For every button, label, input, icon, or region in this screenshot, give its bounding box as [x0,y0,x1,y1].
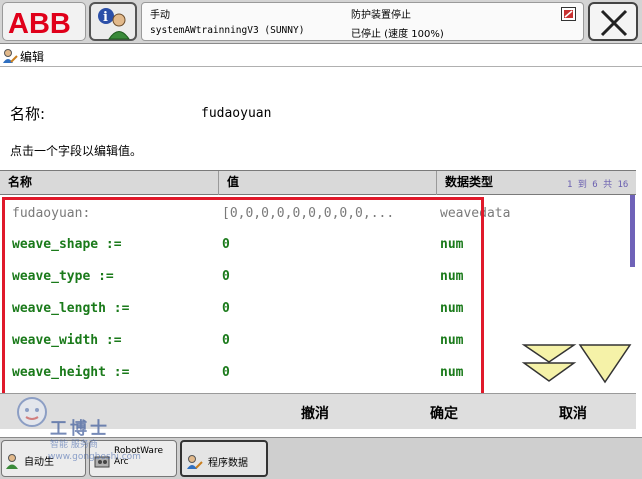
watermark-mascot-icon [17,397,47,427]
svg-text:i: i [103,10,108,25]
user-info-icon: i [98,8,130,40]
editor-title: 编辑 [20,50,45,64]
edit-hint: 点击一个字段以编辑值。 [10,144,143,158]
abb-menu-button[interactable]: ABB [2,2,86,41]
abb-logo-icon: ABB [8,8,71,36]
name-value: fudaoyuan [201,106,272,121]
column-header-name: 名称 [0,171,219,195]
name-label: 名称: [10,105,46,123]
highlight-box [2,197,484,401]
watermark-brand: 工博士 [50,419,110,439]
watermark-url: www.gongboshi.com [48,452,141,462]
editor-header: 编辑 [0,45,642,67]
system-name: systemAWtrainningV3 (SUNNY) [150,25,305,36]
page-down-double-arrow-icon[interactable] [521,342,577,384]
status-flag-icon [561,7,576,21]
svg-text:ABB: ABB [8,8,71,36]
watermark-subtitle: 智能 服务商 [50,440,98,450]
table-header: 名称 值 数据类型 1 到 6 共 16 [0,171,636,195]
user-icon [6,454,18,469]
pager-text: 1 到 6 共 16 [567,180,629,190]
task-program-data[interactable]: 程序数据 [180,440,268,477]
close-button[interactable] [588,2,638,41]
vertical-scrollbar[interactable] [630,195,635,267]
operator-info-button[interactable]: i [89,2,137,41]
undo-button[interactable]: 撤消 [301,403,329,423]
status-panel[interactable]: 手动 systemAWtrainningV3 (SUNNY) 防护装置停止 已停… [141,2,584,41]
program-data-icon [187,455,203,469]
ok-button[interactable]: 确定 [430,403,458,423]
run-state: 已停止 (速度 100%) [351,29,444,40]
close-icon [600,9,628,37]
top-status-bar: ABB i 手动 systemAWtrainningV3 (SUNNY) 防护装… [0,0,642,44]
page-down-arrow-icon[interactable] [578,342,632,384]
cancel-button[interactable]: 取消 [559,403,587,423]
task-label: 程序数据 [208,458,248,469]
column-header-value: 值 [219,171,437,195]
operating-mode: 手动 [150,10,170,21]
edit-user-icon [3,49,18,63]
guard-status: 防护装置停止 [351,10,411,21]
